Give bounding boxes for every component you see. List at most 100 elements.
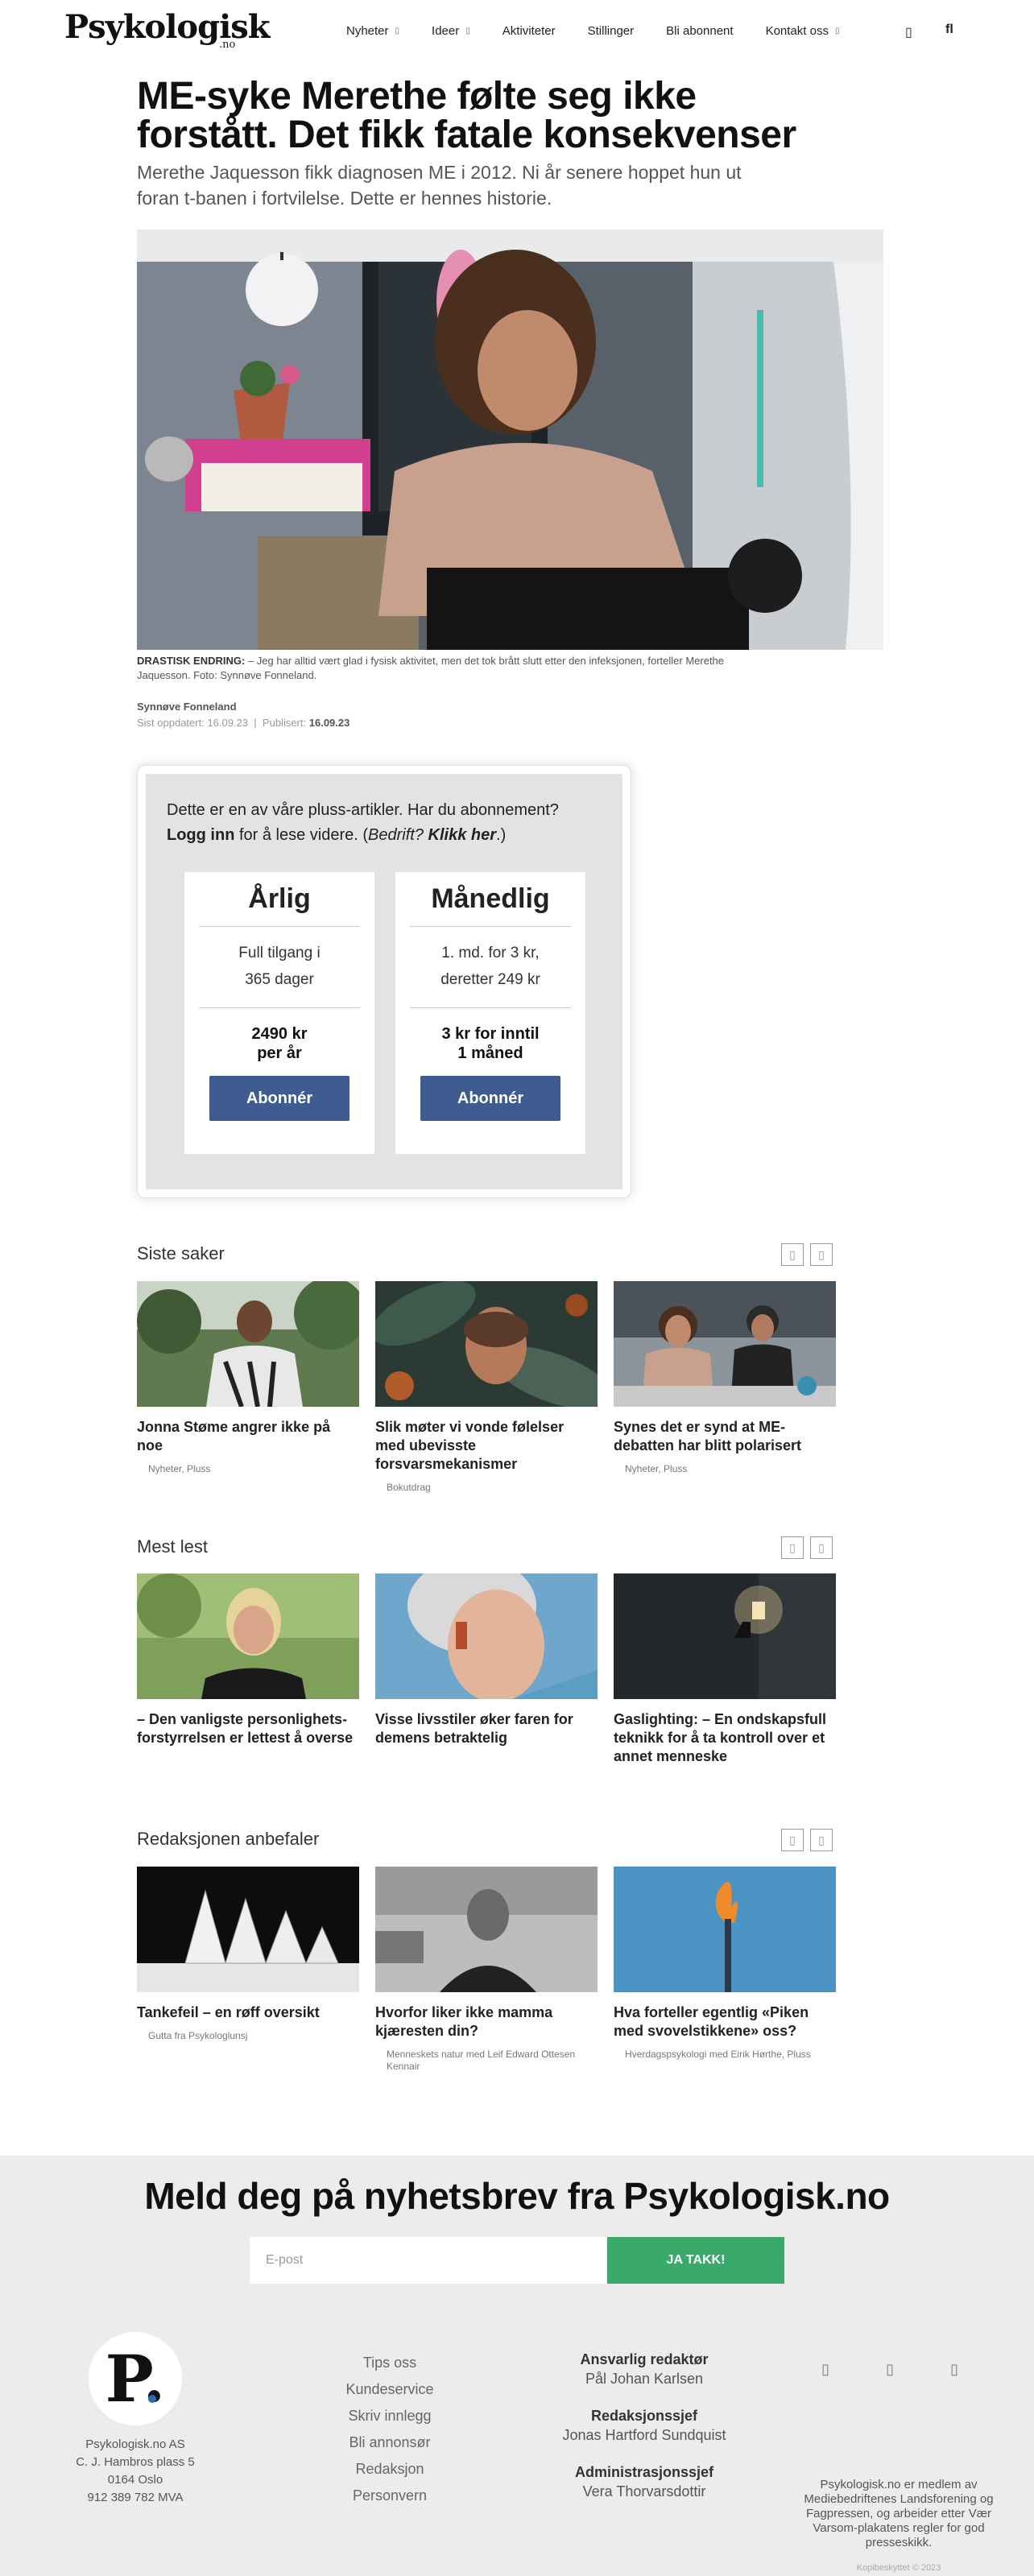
nav-item-aktiviteter[interactable]: Aktiviteter [503, 24, 556, 38]
card-image[interactable] [375, 1573, 598, 1699]
article-author[interactable]: Synnøve Fonneland [137, 701, 237, 713]
nav-item-stillinger[interactable]: Stillinger [588, 24, 635, 38]
plan-card-yearly: Årlig Full tilgang i 365 dager 2490 kr per… [184, 872, 374, 1154]
plan-price-line: 2490 kr [251, 1025, 308, 1043]
paywall-box: Dette er en av våre pluss-artikler. Har … [137, 765, 631, 1198]
nav-item-bli-abonnent[interactable]: Bli abonnent [666, 24, 733, 38]
card-photo [614, 1281, 836, 1407]
main-nav: Nyheter ▯ Ideer ▯ Aktiviteter Stillinger B… [346, 24, 871, 38]
card-image[interactable] [375, 1281, 598, 1407]
divider [410, 926, 571, 927]
card-image[interactable] [137, 1281, 359, 1407]
article-card[interactable]: Hvorfor liker ikke mamma kjæresten din? … [375, 1867, 598, 2073]
card-title[interactable]: Tankefeil – en røff oversikt [137, 2003, 359, 2022]
company-link[interactable]: Klikk her [428, 826, 496, 844]
nav-item-kontakt-oss[interactable]: Kontakt oss ▯ [766, 24, 840, 38]
footer-link-kundeservice[interactable]: Kundeservice [309, 2376, 470, 2403]
chevron-down-icon: ▯ [465, 27, 470, 35]
chevron-down-icon: ▯ [395, 27, 400, 35]
article-card[interactable]: Gaslighting: – En ondskapsfull teknikk f… [614, 1573, 836, 1766]
article-card[interactable]: Hva forteller egentlig «Piken med svovel… [614, 1867, 836, 2061]
section-title-siste-saker: Siste saker [137, 1243, 225, 1263]
facebook-icon[interactable]: ▯ [821, 2361, 886, 2378]
article-card[interactable]: Visse livsstiler øker faren for demens b… [375, 1573, 598, 1747]
card-image[interactable] [137, 1867, 359, 1992]
subscribe-yearly-button[interactable]: Abonnér [209, 1076, 349, 1121]
paywall-message: Dette er en av våre pluss-artikler. Har … [167, 798, 602, 848]
card-image[interactable] [614, 1867, 836, 1992]
footer-address: Psykologisk.no AS C. J. Hambros plass 5 … [48, 2436, 222, 2507]
footer-link-skriv-innlegg[interactable]: Skriv innlegg [309, 2403, 470, 2429]
footer-link-tips-oss[interactable]: Tips oss [309, 2350, 470, 2376]
footer-link-bli-annonsor[interactable]: Bli annonsør [309, 2429, 470, 2456]
carousel-prev-button[interactable]: ▯ [781, 1536, 804, 1559]
card-tag: Bokutdrag [387, 1482, 431, 1493]
divider [199, 926, 360, 927]
plan-description: Full tilgang i 365 dager [184, 940, 374, 993]
article-lead: Merethe Jaquesson fikk diagnosen ME i 20… [137, 162, 742, 209]
nav-item-ideer[interactable]: Ideer ▯ [432, 24, 470, 38]
card-title[interactable]: Gaslighting: – En ondskapsfull teknikk f… [614, 1710, 836, 1766]
instagram-icon[interactable]: ▯ [886, 2361, 950, 2378]
address-line: 912 389 782 MVA [87, 2491, 184, 2504]
card-title[interactable]: Hva forteller egentlig «Piken med svovel… [614, 2003, 836, 2041]
footer-link-redaksjon[interactable]: Redaksjon [309, 2456, 470, 2483]
card-title[interactable]: Slik møter vi vonde følelser med ubeviss… [375, 1418, 598, 1474]
footer-logo[interactable]: P. [89, 2332, 182, 2425]
hero-image [137, 229, 883, 650]
subscribe-monthly-button[interactable]: Abonnér [420, 1076, 560, 1121]
card-photo [614, 1867, 836, 1992]
copyright-text: Kopibeskyttet © 2023 [856, 2563, 941, 2573]
card-title[interactable]: Hvorfor liker ikke mamma kjæresten din? [375, 2003, 598, 2041]
footer-link-personvern[interactable]: Personvern [309, 2483, 470, 2509]
carousel-prev-button[interactable]: ▯ [781, 1829, 804, 1851]
card-title[interactable]: Jonna Støme angrer ikke på noe [137, 1418, 359, 1455]
address-line: 0164 Oslo [107, 2473, 163, 2487]
paywall-text: .) [496, 826, 507, 844]
newsletter-submit-button[interactable]: JA TAKK! [607, 2237, 784, 2284]
carousel-next-button[interactable]: ▯ [810, 1243, 833, 1266]
site-logo[interactable]: Psykologisk [64, 8, 271, 46]
nav-label: Kontakt oss [765, 24, 829, 38]
linkedin-icon[interactable]: ▯ [950, 2361, 1015, 2378]
plan-title: Månedlig [431, 883, 550, 914]
editor-name: Pål Johan Karlsen [585, 2371, 704, 2387]
login-link[interactable]: Logg inn [167, 826, 234, 844]
plan-desc-line: 365 dager [245, 971, 314, 988]
newsletter-email-input[interactable]: E-post [250, 2237, 607, 2284]
card-title[interactable]: Synes det er synd at ME-debatten har bli… [614, 1418, 836, 1455]
nav-label: Bli abonnent [666, 24, 734, 38]
card-tag: Nyheter, Pluss [148, 1463, 211, 1474]
carousel-next-button[interactable]: ▯ [810, 1829, 833, 1851]
nav-label: Aktiviteter [502, 24, 556, 38]
logo-dot [148, 2395, 156, 2403]
card-title[interactable]: Visse livsstiler øker faren for demens b… [375, 1710, 598, 1747]
user-icon[interactable]: ▯ [905, 24, 912, 40]
search-icon[interactable]: fl [945, 23, 953, 37]
article-card[interactable]: Slik møter vi vonde følelser med ubeviss… [375, 1281, 598, 1494]
article-card[interactable]: Synes det er synd at ME-debatten har bli… [614, 1281, 836, 1475]
editor-name: Vera Thorvarsdottir [582, 2483, 706, 2500]
footer-links: Tips oss Kundeservice Skriv innlegg Bli … [309, 2350, 470, 2509]
card-title[interactable]: – Den vanligste personlighets-forstyrrel… [137, 1710, 359, 1747]
nav-label: Nyheter [346, 24, 389, 38]
carousel-prev-button[interactable]: ▯ [781, 1243, 804, 1266]
nav-item-nyheter[interactable]: Nyheter ▯ [346, 24, 399, 38]
card-image[interactable] [614, 1281, 836, 1407]
article-card[interactable]: Tankefeil – en røff oversikt Gutta fra P… [137, 1867, 359, 2042]
section-title-redaksjonen-anbefaler: Redaksjonen anbefaler [137, 1829, 320, 1849]
card-image[interactable] [137, 1573, 359, 1699]
card-photo [375, 1573, 598, 1699]
article-card[interactable]: Jonna Støme angrer ikke på noe Nyheter, … [137, 1281, 359, 1475]
plan-card-monthly: Månedlig 1. md. for 3 kr, deretter 249 kr… [395, 872, 585, 1154]
plan-title: Årlig [248, 883, 311, 914]
nav-label: Ideer [432, 24, 460, 38]
card-photo [375, 1867, 598, 1992]
carousel-next-button[interactable]: ▯ [810, 1536, 833, 1559]
card-image[interactable] [375, 1867, 598, 1992]
nav-label: Stillinger [587, 24, 635, 38]
editor-role: Administrasjonssjef [574, 2464, 714, 2480]
article-card[interactable]: – Den vanligste personlighets-forstyrrel… [137, 1573, 359, 1747]
divider [199, 1007, 360, 1008]
card-image[interactable] [614, 1573, 836, 1699]
